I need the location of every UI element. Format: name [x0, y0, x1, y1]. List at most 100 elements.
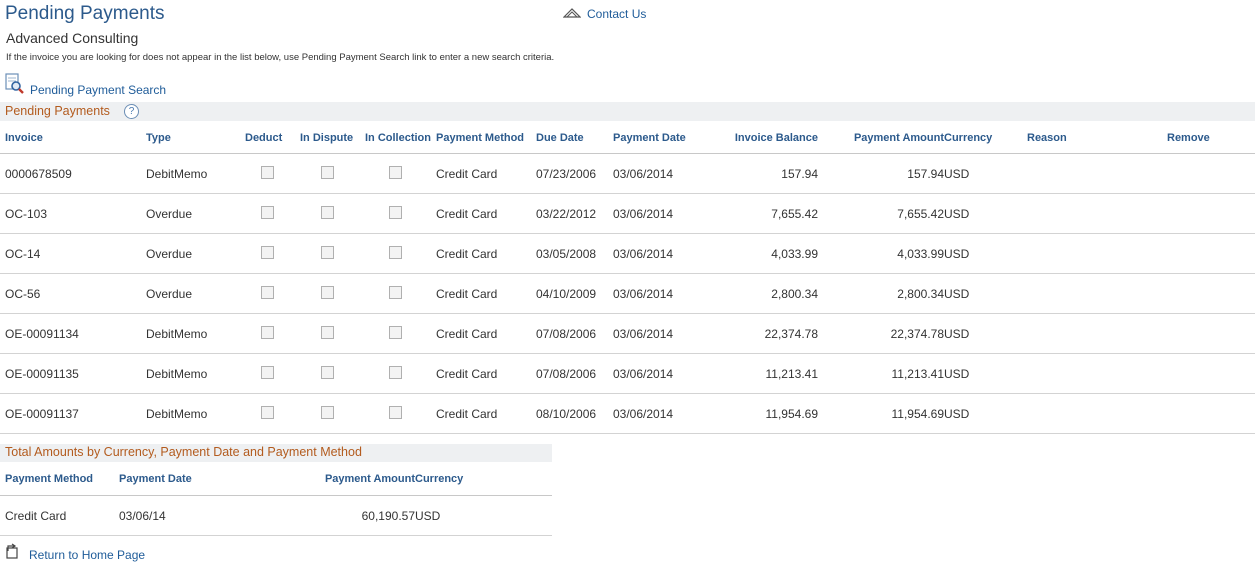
contact-us-label: Contact Us	[587, 7, 647, 21]
payment-amount-cell: 2,800.34	[818, 273, 944, 314]
table-row: OC-56 Overdue Credit Card 04/10/2009 03/06/2…	[0, 273, 1255, 314]
in-dispute-checkbox[interactable]	[321, 405, 334, 419]
invoice-balance-cell: 11,213.41	[696, 353, 818, 394]
pending-payments-grid-header: Pending Payments ?	[0, 102, 1255, 121]
col-in-dispute[interactable]: In Dispute	[295, 123, 360, 154]
col-payment-amount[interactable]: Payment Amount	[818, 123, 944, 154]
totals-grid: Payment Method Payment Date Payment Amou…	[0, 463, 552, 536]
payment-date-cell: 03/06/2014	[608, 233, 696, 274]
in-dispute-cell	[295, 393, 360, 434]
invoice-balance-cell: 11,954.69	[696, 393, 818, 434]
tot-col-currency[interactable]: Currency	[415, 463, 552, 496]
col-invoice[interactable]: Invoice	[0, 123, 141, 154]
payment-date-cell: 03/06/2014	[608, 193, 696, 234]
deduct-checkbox[interactable]	[261, 285, 274, 299]
invoice-balance-cell: 22,374.78	[696, 313, 818, 354]
in-collection-checkbox[interactable]	[389, 165, 402, 179]
payment-date-cell: 03/06/2014	[608, 313, 696, 354]
currency-cell: USD	[944, 393, 1027, 434]
deduct-checkbox[interactable]	[261, 325, 274, 339]
currency-cell: USD	[944, 233, 1027, 274]
col-deduct[interactable]: Deduct	[240, 123, 295, 154]
remove-cell	[1162, 233, 1255, 274]
in-dispute-checkbox[interactable]	[321, 365, 334, 379]
totals-body: Credit Card 03/06/14 60,190.57 USD	[0, 495, 552, 536]
in-collection-checkbox[interactable]	[389, 245, 402, 259]
invoice-balance-cell: 157.94	[696, 153, 818, 194]
col-in-collection[interactable]: In Collection	[360, 123, 431, 154]
in-collection-checkbox[interactable]	[389, 285, 402, 299]
col-remove[interactable]: Remove	[1162, 123, 1255, 154]
deduct-cell	[240, 233, 295, 274]
deduct-checkbox[interactable]	[261, 245, 274, 259]
remove-cell	[1162, 313, 1255, 354]
in-dispute-checkbox[interactable]	[321, 165, 334, 179]
pending-payment-search-link[interactable]: Pending Payment Search	[5, 73, 166, 97]
invoice-balance-cell: 4,033.99	[696, 233, 818, 274]
tot-currency-cell: USD	[415, 495, 552, 536]
col-payment-method[interactable]: Payment Method	[431, 123, 531, 154]
invoice-cell[interactable]: OC-56	[0, 273, 141, 314]
deduct-checkbox[interactable]	[261, 165, 274, 179]
reason-cell	[1027, 353, 1162, 394]
type-cell: DebitMemo	[141, 313, 240, 354]
reason-cell	[1027, 313, 1162, 354]
reason-cell	[1027, 153, 1162, 194]
col-invoice-balance[interactable]: Invoice Balance	[696, 123, 818, 154]
table-row: OE-00091134 DebitMemo Credit Card 07/08/200…	[0, 313, 1255, 354]
col-type[interactable]: Type	[141, 123, 240, 154]
deduct-checkbox[interactable]	[261, 405, 274, 419]
return-home-link[interactable]: Return to Home Page	[5, 543, 145, 562]
invoice-cell[interactable]: OE-00091135	[0, 353, 141, 394]
in-dispute-checkbox[interactable]	[321, 325, 334, 339]
pending-payment-search-label: Pending Payment Search	[30, 83, 167, 97]
reason-cell	[1027, 393, 1162, 434]
tot-col-payment-amount[interactable]: Payment Amount	[234, 463, 415, 496]
table-row: OE-00091135 DebitMemo Credit Card 07/08/200…	[0, 353, 1255, 394]
in-collection-checkbox[interactable]	[389, 365, 402, 379]
table-row: OC-103 Overdue Credit Card 03/22/2012 03/06/…	[0, 193, 1255, 234]
deduct-cell	[240, 393, 295, 434]
col-due-date[interactable]: Due Date	[531, 123, 608, 154]
payment-amount-cell: 157.94	[818, 153, 944, 194]
tot-col-payment-date[interactable]: Payment Date	[114, 463, 234, 496]
invoice-cell[interactable]: OE-00091134	[0, 313, 141, 354]
invoice-cell[interactable]: OE-00091137	[0, 393, 141, 434]
col-payment-date[interactable]: Payment Date	[608, 123, 696, 154]
payment-date-cell: 03/06/2014	[608, 153, 696, 194]
deduct-cell	[240, 153, 295, 194]
due-date-cell: 04/10/2009	[531, 273, 608, 314]
remove-cell	[1162, 193, 1255, 234]
tot-col-payment-method[interactable]: Payment Method	[0, 463, 114, 496]
deduct-checkbox[interactable]	[261, 205, 274, 219]
currency-cell: USD	[944, 153, 1027, 194]
in-dispute-checkbox[interactable]	[321, 245, 334, 259]
invoice-cell[interactable]: OC-103	[0, 193, 141, 234]
due-date-cell: 07/08/2006	[531, 313, 608, 354]
in-collection-checkbox[interactable]	[389, 325, 402, 339]
in-dispute-checkbox[interactable]	[321, 205, 334, 219]
invoice-cell[interactable]: 0000678509	[0, 153, 141, 194]
in-dispute-cell	[295, 313, 360, 354]
contact-us-link[interactable]: Contact Us	[562, 7, 647, 21]
in-collection-cell	[360, 193, 431, 234]
table-row: OC-14 Overdue Credit Card 03/05/2008 03/06/2…	[0, 233, 1255, 274]
payment-amount-cell: 22,374.78	[818, 313, 944, 354]
in-dispute-cell	[295, 353, 360, 394]
payment-method-cell: Credit Card	[431, 273, 531, 314]
in-dispute-cell	[295, 153, 360, 194]
in-collection-checkbox[interactable]	[389, 405, 402, 419]
help-icon[interactable]: ?	[124, 104, 139, 119]
totals-header-row: Payment Method Payment Date Payment Amou…	[0, 463, 552, 496]
in-dispute-checkbox[interactable]	[321, 285, 334, 299]
contact-icon	[562, 7, 582, 21]
payment-method-cell: Credit Card	[431, 353, 531, 394]
in-collection-checkbox[interactable]	[389, 205, 402, 219]
totals-title: Total Amounts by Currency, Payment Date …	[5, 445, 362, 459]
invoice-cell[interactable]: OC-14	[0, 233, 141, 274]
reason-cell	[1027, 273, 1162, 314]
col-currency[interactable]: Currency	[944, 123, 1027, 154]
invoice-balance-cell: 2,800.34	[696, 273, 818, 314]
col-reason[interactable]: Reason	[1027, 123, 1162, 154]
deduct-checkbox[interactable]	[261, 365, 274, 379]
